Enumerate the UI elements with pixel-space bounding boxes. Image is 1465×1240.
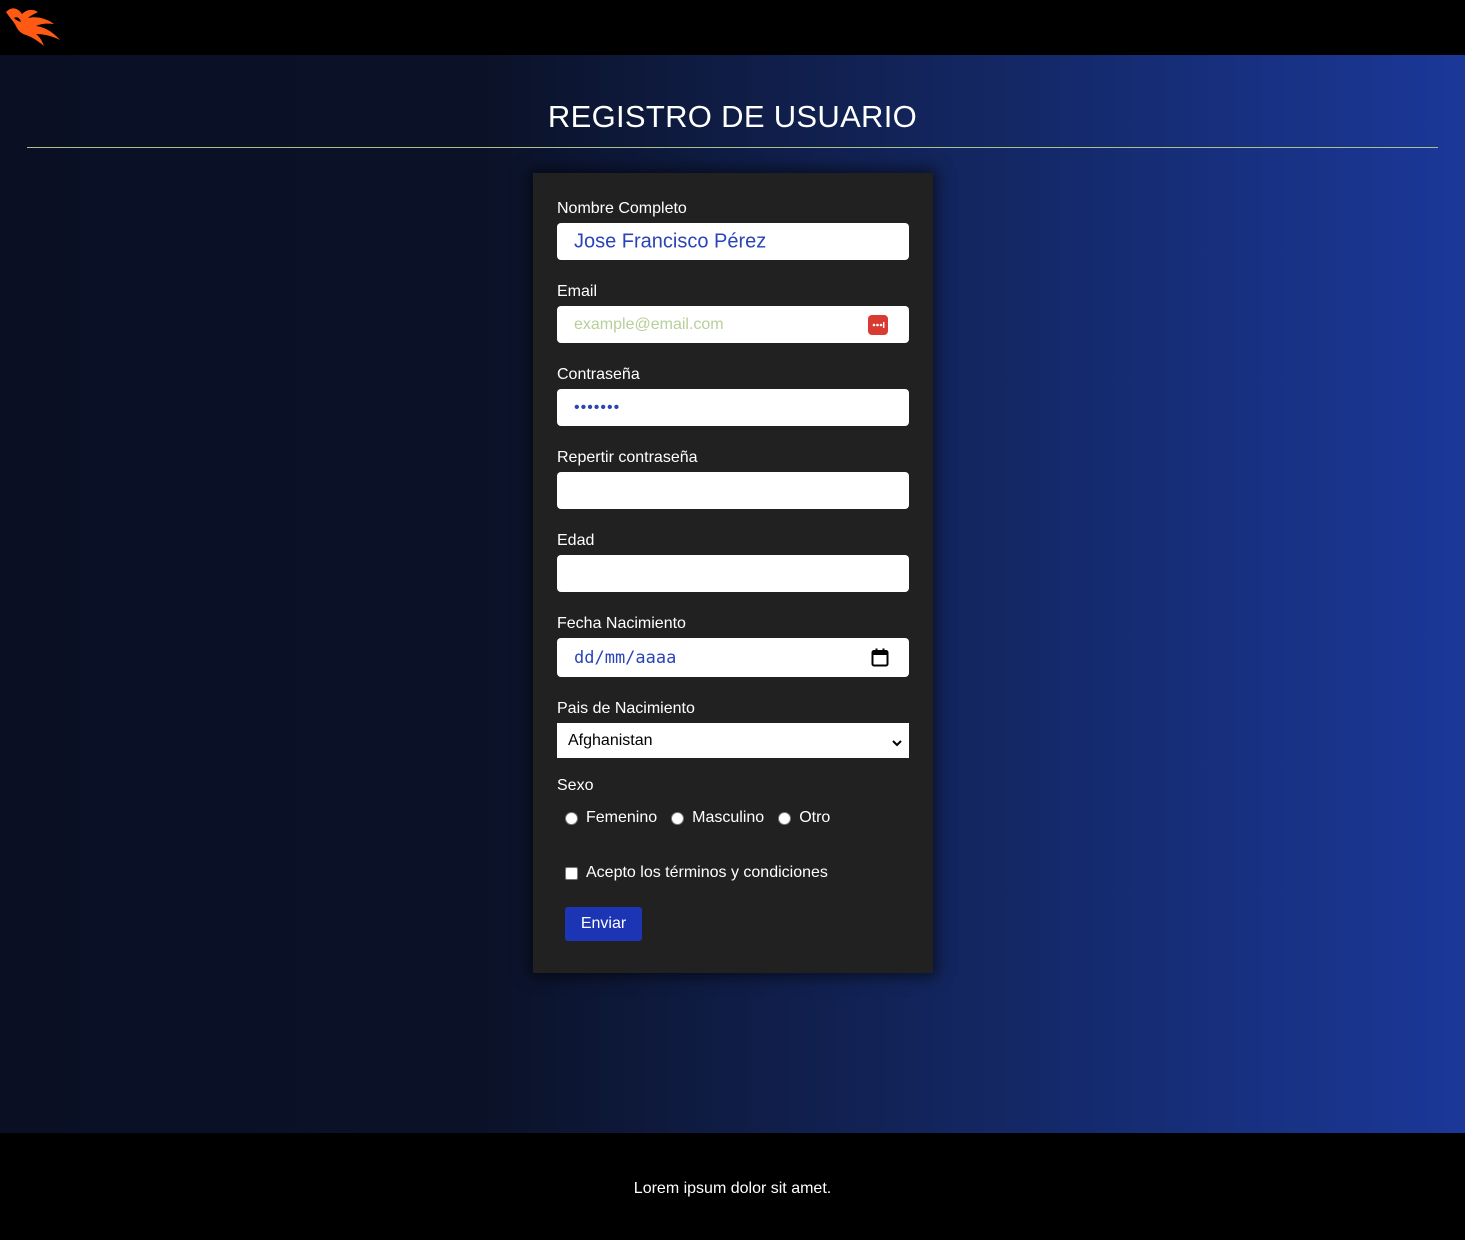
birth-date-input[interactable]: dd/mm/aaaa bbox=[557, 638, 909, 677]
main-content: REGISTRO DE USUARIO Nombre Completo Jose… bbox=[0, 55, 1465, 1133]
title-divider bbox=[27, 147, 1438, 148]
radio-option-otro[interactable]: Otro bbox=[778, 809, 830, 827]
email-input[interactable]: example@email.com bbox=[557, 306, 909, 343]
password-label: Contraseña bbox=[557, 366, 640, 383]
radio-button[interactable] bbox=[778, 811, 792, 825]
radio-option-femenino[interactable]: Femenino bbox=[565, 809, 657, 827]
terms-row[interactable]: Acepto los términos y condiciones bbox=[565, 862, 828, 884]
chevron-down-icon bbox=[891, 735, 903, 747]
password-manager-icon[interactable] bbox=[868, 315, 888, 335]
top-navbar bbox=[0, 0, 1465, 55]
radio-button[interactable] bbox=[671, 811, 685, 825]
birth-date-placeholder: dd/mm/aaaa bbox=[574, 647, 677, 668]
email-label: Email bbox=[557, 283, 598, 300]
page-title: REGISTRO DE USUARIO bbox=[547, 99, 918, 134]
repeat-password-input[interactable] bbox=[557, 472, 909, 509]
registration-form: Nombre Completo Jose Francisco Pérez Ema… bbox=[533, 173, 933, 973]
terms-label: Acepto los términos y condiciones bbox=[586, 864, 828, 881]
email-placeholder: example@email.com bbox=[574, 315, 724, 333]
country-label: Pais de Nacimiento bbox=[557, 700, 695, 717]
name-input-value: Jose Francisco Pérez bbox=[574, 230, 767, 252]
password-input[interactable]: ••••••• bbox=[557, 389, 909, 426]
radio-button[interactable] bbox=[565, 811, 578, 825]
birth-date-label: Fecha Nacimiento bbox=[557, 615, 686, 632]
radio-label: Otro bbox=[799, 809, 831, 826]
phoenix-logo-icon[interactable] bbox=[4, 4, 62, 46]
sex-radio-group: Femenino Masculino Otro bbox=[565, 807, 844, 829]
age-label: Edad bbox=[557, 532, 595, 549]
footer-text: Lorem ipsum dolor sit amet. bbox=[633, 1180, 832, 1197]
radio-option-masculino[interactable]: Masculino bbox=[671, 809, 764, 827]
age-input[interactable] bbox=[557, 555, 909, 592]
country-select[interactable]: Afghanistan bbox=[557, 723, 909, 758]
name-label: Nombre Completo bbox=[557, 200, 687, 217]
radio-label: Masculino bbox=[692, 809, 765, 826]
footer: Lorem ipsum dolor sit amet. bbox=[0, 1133, 1465, 1240]
submit-button[interactable]: Enviar bbox=[565, 907, 642, 941]
sex-label: Sexo bbox=[557, 777, 594, 794]
country-select-value: Afghanistan bbox=[568, 731, 653, 749]
radio-label: Femenino bbox=[586, 809, 658, 826]
repeat-password-label: Repertir contraseña bbox=[557, 449, 698, 466]
name-input[interactable]: Jose Francisco Pérez bbox=[557, 223, 909, 260]
calendar-icon[interactable] bbox=[871, 648, 889, 667]
password-input-value: ••••••• bbox=[574, 398, 621, 416]
terms-checkbox[interactable] bbox=[565, 866, 578, 880]
